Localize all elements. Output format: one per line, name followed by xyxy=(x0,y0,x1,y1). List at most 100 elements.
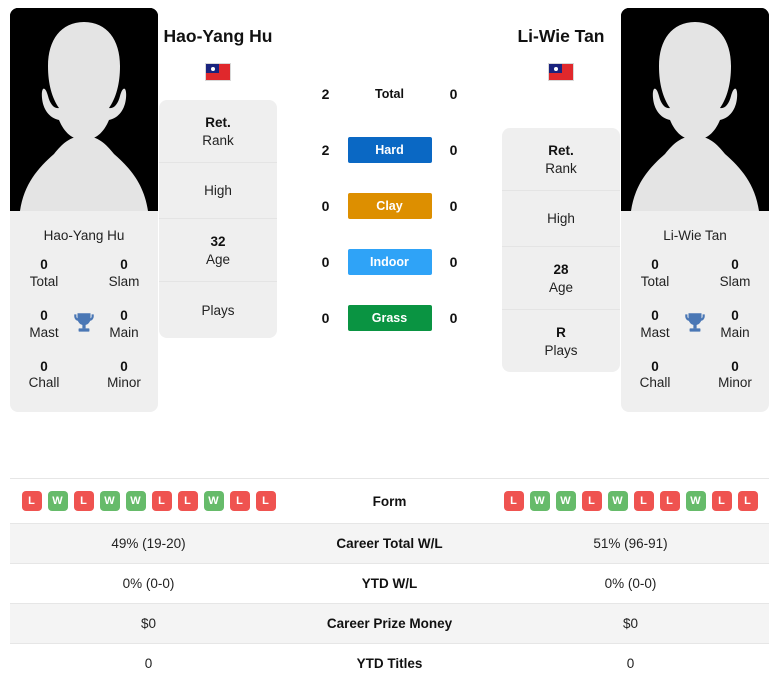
info-key: Plays xyxy=(201,302,235,318)
surface-label-total: Total xyxy=(375,87,404,101)
form-chip-loss[interactable]: L xyxy=(177,491,198,511)
form-strip-right: LWWLWLLWLL xyxy=(498,491,763,511)
form-chip-loss[interactable]: L xyxy=(503,491,524,511)
form-cell-right: LWWLWLLWLL xyxy=(492,479,769,524)
title-stat-label: Minor xyxy=(107,375,141,391)
stat-label-ytd-titles: YTD Titles xyxy=(356,656,423,671)
title-stat-value: 0 xyxy=(40,358,48,374)
surface-badge-clay[interactable]: Clay xyxy=(347,193,432,219)
titles-grid-left: 0 Total 0 Slam 0 Mast 0 Main 0 Chall 0 M… xyxy=(10,257,158,412)
form-chip-win[interactable]: W xyxy=(47,491,68,511)
surface-row-total: 2 Total 0 xyxy=(278,66,501,122)
score-left: 0 xyxy=(321,254,330,270)
surface-row-indoor: 0 Indoor 0 xyxy=(278,234,501,290)
form-chip-win[interactable]: W xyxy=(555,491,576,511)
title-stat-minor-right: 0 Minor xyxy=(711,359,759,393)
form-chip-loss[interactable]: L xyxy=(73,491,94,511)
stat-value-left: 49% (19-20) xyxy=(111,536,186,551)
titles-row: 0 Chall 0 Minor xyxy=(20,359,148,393)
trophy-icon-glyph xyxy=(685,313,705,332)
titles-row: 0 Total 0 Slam xyxy=(631,257,759,291)
title-stat-main-left: 0 Main xyxy=(100,308,148,342)
comparison-stats-table: LWLWWLLWLL Form LWWLWLLWLL 49% (19-20) C… xyxy=(10,478,769,683)
head-to-head-section: Hao-Yang Hu 0 Total 0 Slam 0 Mast 0 Main… xyxy=(0,0,779,478)
title-stat-total-right: 0 Total xyxy=(631,257,679,291)
surface-badge-grass[interactable]: Grass xyxy=(347,305,432,331)
score-left: 2 xyxy=(321,142,330,158)
trophy-icon xyxy=(69,308,99,336)
title-stat-chall-left: 0 Chall xyxy=(20,359,68,393)
title-stat-label: Main xyxy=(109,324,139,340)
player-name-left[interactable]: Hao-Yang Hu xyxy=(164,26,273,47)
form-chip-loss[interactable]: L xyxy=(229,491,250,511)
info-value: Ret. xyxy=(205,115,231,130)
flag-sun xyxy=(210,66,215,71)
stat-value-right: $0 xyxy=(622,616,639,631)
stat-value-left: 0% (0-0) xyxy=(122,576,175,591)
form-chip-win[interactable]: W xyxy=(203,491,224,511)
player-photo-left xyxy=(10,8,158,211)
form-chip-loss[interactable]: L xyxy=(711,491,732,511)
form-chip-loss[interactable]: L xyxy=(581,491,602,511)
stat-label-ytd-wl: YTD W/L xyxy=(361,576,418,591)
score-right: 0 xyxy=(449,198,458,214)
surface-row-clay: 0 Clay 0 xyxy=(278,178,501,234)
surface-badge-indoor[interactable]: Indoor xyxy=(347,249,432,275)
stat-value-right: 0 xyxy=(626,656,635,671)
title-stat-label: Slam xyxy=(719,273,751,289)
title-stat-label: Mast xyxy=(29,324,59,340)
form-chip-loss[interactable]: L xyxy=(151,491,172,511)
title-stat-value: 0 xyxy=(731,307,739,323)
form-chip-loss[interactable]: L xyxy=(21,491,42,511)
form-chip-loss[interactable]: L xyxy=(737,491,758,511)
titles-row: 0 Mast 0 Main xyxy=(631,308,759,342)
player-name-under-photo-left: Hao-Yang Hu xyxy=(43,228,125,243)
player-name-under-photo-right: Li-Wie Tan xyxy=(663,228,727,243)
info-key: Age xyxy=(548,279,574,295)
player-name-right[interactable]: Li-Wie Tan xyxy=(517,26,604,47)
surface-badge-hard[interactable]: Hard xyxy=(347,137,432,163)
title-stat-slam-left: 0 Slam xyxy=(100,257,148,291)
score-left: 0 xyxy=(321,310,330,326)
title-stat-label: Chall xyxy=(28,375,60,391)
form-chip-win[interactable]: W xyxy=(529,491,550,511)
table-row-ytd-wl: 0% (0-0) YTD W/L 0% (0-0) xyxy=(10,563,769,604)
stat-value-left: 0 xyxy=(144,656,153,671)
player-card-right[interactable]: Li-Wie Tan 0 Total 0 Slam 0 Mast 0 Main … xyxy=(621,8,769,413)
stat-value-right: 51% (96-91) xyxy=(593,536,668,551)
form-chip-loss[interactable]: L xyxy=(659,491,680,511)
stat-label-form: Form xyxy=(372,493,407,509)
info-key: Age xyxy=(205,251,231,267)
title-stat-value: 0 xyxy=(120,257,128,272)
titles-row: 0 Mast 0 Main xyxy=(20,308,148,342)
info-row-rank-right: Ret. Rank xyxy=(502,128,620,192)
form-chip-loss[interactable]: L xyxy=(255,491,276,511)
player-info-column-left: Hao-Yang Hu Ret. Rank High 32 Age Plays xyxy=(158,8,278,339)
table-row-career-total-wl: 49% (19-20) Career Total W/L 51% (96-91) xyxy=(10,523,769,564)
player-card-left[interactable]: Hao-Yang Hu 0 Total 0 Slam 0 Mast 0 Main… xyxy=(10,8,158,413)
score-right: 0 xyxy=(449,86,458,102)
score-right: 0 xyxy=(449,142,458,158)
flag-icon-right xyxy=(548,63,574,81)
titles-grid-right: 0 Total 0 Slam 0 Mast 0 Main 0 Chall 0 M… xyxy=(621,257,769,412)
title-stat-main-right: 0 Main xyxy=(711,308,759,342)
stat-label-career-total-wl: Career Total W/L xyxy=(336,536,443,551)
title-stat-mast-right: 0 Mast xyxy=(631,308,679,342)
info-key: Rank xyxy=(545,160,577,176)
form-chip-win[interactable]: W xyxy=(125,491,146,511)
form-chip-loss[interactable]: L xyxy=(633,491,654,511)
form-chip-win[interactable]: W xyxy=(685,491,706,511)
player-silhouette-icon xyxy=(621,8,769,211)
form-cell-left: LWLWWLLWLL xyxy=(10,479,287,524)
info-key: Plays xyxy=(544,342,578,358)
form-chip-win[interactable]: W xyxy=(99,491,120,511)
player-info-column-right: Li-Wie Tan Ret. Rank High 28 Age R Plays xyxy=(501,8,621,373)
info-value: 32 xyxy=(210,234,226,250)
flag-icon-left xyxy=(205,63,231,81)
title-stat-value: 0 xyxy=(40,307,48,323)
form-chip-win[interactable]: W xyxy=(607,491,628,511)
stat-value-right: 0% (0-0) xyxy=(604,576,657,591)
title-stat-minor-left: 0 Minor xyxy=(100,359,148,393)
info-key: Rank xyxy=(202,132,234,148)
info-row-plays-right: R Plays xyxy=(502,310,620,372)
